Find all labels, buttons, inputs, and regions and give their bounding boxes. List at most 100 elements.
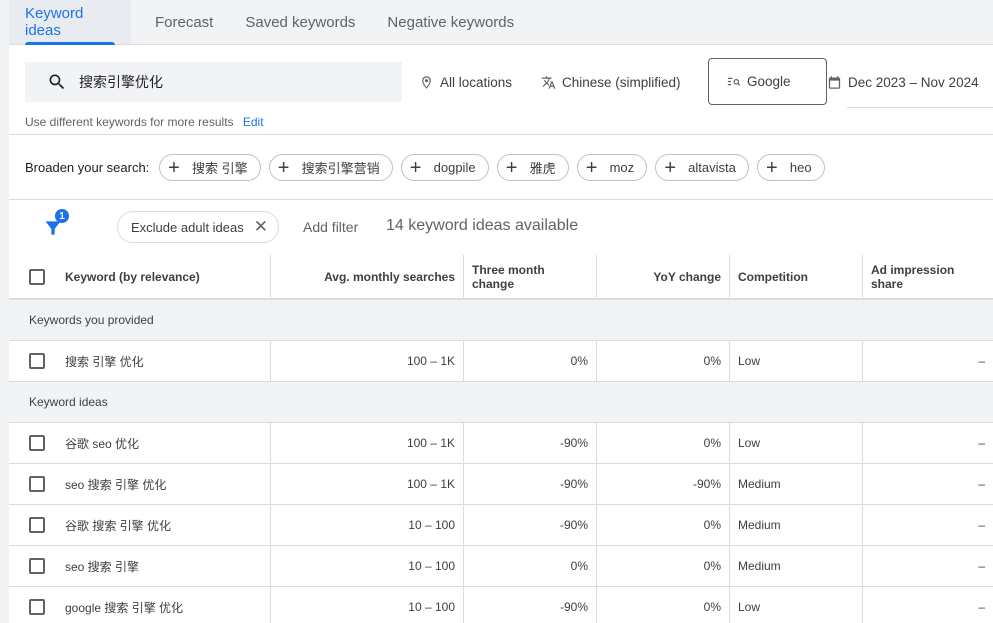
filter-button[interactable]: 1 <box>45 209 71 238</box>
competition-cell: Low <box>730 341 863 381</box>
keyword-cell: seo 搜索 引擎 <box>9 546 271 586</box>
table-row: seo 搜索 引擎 优化 100 – 1K -90% -90% Medium – <box>9 464 993 505</box>
three-month-change-cell: -90% <box>464 505 597 545</box>
avg-searches-cell: 100 – 1K <box>271 423 464 463</box>
competition-cell: Low <box>730 423 863 463</box>
broaden-chip[interactable]: + moz <box>576 154 648 181</box>
row-checkbox[interactable] <box>29 353 45 369</box>
tab-saved-keywords[interactable]: Saved keywords <box>229 0 371 44</box>
keyword-cell: seo 搜索 引擎 优化 <box>9 464 271 504</box>
divider <box>9 199 993 200</box>
chip-label: moz <box>609 160 635 175</box>
broaden-chip[interactable]: + 搜索引擎营销 <box>268 154 393 181</box>
keyword-text: seo 搜索 引擎 优化 <box>65 477 167 492</box>
search-icon <box>49 74 65 90</box>
search-value: 搜索引擎优化 <box>79 74 163 90</box>
row-checkbox[interactable] <box>29 435 45 451</box>
group-label: Keywords you provided <box>29 313 154 327</box>
keyword-search-input[interactable]: 搜索引擎优化 <box>25 62 402 102</box>
location-selector[interactable]: All locations <box>419 70 512 94</box>
plus-icon: + <box>505 156 518 179</box>
plus-icon: + <box>409 156 422 179</box>
hint-text: Use different keywords for more results <box>25 115 234 129</box>
row-checkbox[interactable] <box>29 517 45 533</box>
network-label: Google <box>747 74 791 89</box>
close-icon[interactable]: ✕ <box>254 217 268 237</box>
header-keyword[interactable]: Keyword (by relevance) <box>9 255 271 298</box>
location-pin-icon <box>422 75 431 89</box>
search-hint: Use different keywords for more results … <box>25 115 264 129</box>
add-filter-button[interactable]: Add filter <box>303 219 358 235</box>
search-network-icon <box>727 77 741 86</box>
chip-label: 搜索 引擎 <box>192 161 248 176</box>
broaden-chip[interactable]: + heo <box>756 154 825 181</box>
broaden-chips: + 搜索 引擎 + 搜索引擎营销 + dogpile + 雅虎 + moz + altavi… <box>159 154 825 181</box>
tab-keyword-ideas[interactable]: Keyword ideas <box>9 0 131 45</box>
plus-icon: + <box>664 156 676 179</box>
ad-share-cell: – <box>978 518 985 532</box>
keyword-text: google 搜索 引擎 优化 <box>65 600 184 615</box>
yoy-change-cell: 0% <box>597 546 730 586</box>
broaden-label: Broaden your search: <box>25 160 150 175</box>
header-three-month[interactable]: Three month change <box>464 255 597 298</box>
keyword-count: 14 keyword ideas available <box>386 217 579 234</box>
chip-label: dogpile <box>433 160 476 175</box>
filter-chip-label: Exclude adult ideas <box>131 219 244 235</box>
calendar-icon <box>828 75 841 89</box>
ad-share-cell: – <box>978 600 985 614</box>
broaden-chip[interactable]: + dogpile <box>400 154 489 181</box>
search-network-selector[interactable]: Google <box>708 58 827 105</box>
edit-link[interactable]: Edit <box>243 115 264 129</box>
group-header-row: Keywords you provided <box>9 300 993 341</box>
keyword-text: seo 搜索 引擎 <box>65 559 140 574</box>
row-checkbox[interactable] <box>29 558 45 574</box>
date-range-selector[interactable]: Dec 2023 – Nov 2024 <box>827 70 979 94</box>
header-yoy[interactable]: YoY change <box>597 255 730 298</box>
three-month-change-cell: -90% <box>464 423 597 463</box>
keyword-text: 谷歌 搜索 引擎 优化 <box>65 518 172 533</box>
avg-searches-cell: 10 – 100 <box>271 587 464 623</box>
table-row: 搜索 引擎 优化 100 – 1K 0% 0% Low – <box>9 341 993 382</box>
ad-share-cell: – <box>978 436 985 450</box>
row-checkbox[interactable] <box>29 599 45 615</box>
tab-negative-keywords[interactable]: Negative keywords <box>371 0 530 44</box>
broaden-chip[interactable]: + 搜索 引擎 <box>159 154 261 181</box>
header-avg-searches[interactable]: Avg. monthly searches <box>271 255 464 298</box>
filter-count-badge: 1 <box>55 209 69 223</box>
header-competition[interactable]: Competition <box>730 255 863 298</box>
keyword-cell: 谷歌 seo 优化 <box>9 423 271 463</box>
chip-label: heo <box>789 160 812 175</box>
broaden-chip[interactable]: + 雅虎 <box>496 154 569 181</box>
row-checkbox[interactable] <box>29 476 45 492</box>
date-range-label: Dec 2023 – Nov 2024 <box>848 74 979 90</box>
broaden-chip[interactable]: + altavista <box>655 154 749 181</box>
active-filter-chip[interactable]: Exclude adult ideas ✕ <box>117 211 279 243</box>
three-month-change-cell: 0% <box>464 546 597 586</box>
language-selector[interactable]: Chinese (simplified) <box>541 70 681 94</box>
ad-share-cell: – <box>978 354 985 368</box>
competition-cell: Medium <box>730 546 863 586</box>
keyword-cell: 谷歌 搜索 引擎 优化 <box>9 505 271 545</box>
ad-share-cell: – <box>978 477 985 491</box>
keyword-cell: 搜索 引擎 优化 <box>9 341 271 381</box>
left-margin <box>0 0 9 623</box>
group-label: Keyword ideas <box>29 395 108 409</box>
yoy-change-cell: 0% <box>597 505 730 545</box>
ad-share-cell: – <box>978 559 985 573</box>
select-all-checkbox[interactable] <box>29 268 45 285</box>
language-label: Chinese (simplified) <box>562 74 681 90</box>
avg-searches-cell: 10 – 100 <box>271 505 464 545</box>
tab-forecast[interactable]: Forecast <box>131 0 229 44</box>
header-ad-share[interactable]: Ad impression share <box>863 255 993 298</box>
table-row: google 搜索 引擎 优化 10 – 100 -90% 0% Low – <box>9 587 993 623</box>
avg-searches-cell: 10 – 100 <box>271 546 464 586</box>
divider <box>9 134 993 135</box>
competition-cell: Medium <box>730 505 863 545</box>
chip-label: altavista <box>688 160 736 175</box>
competition-cell: Medium <box>730 464 863 504</box>
table-row: seo 搜索 引擎 10 – 100 0% 0% Medium – <box>9 546 993 587</box>
avg-searches-cell: 100 – 1K <box>271 341 464 381</box>
translate-icon <box>541 75 556 89</box>
yoy-change-cell: 0% <box>597 423 730 463</box>
keyword-planner-panel: Keyword ideas Forecast Saved keywords Ne… <box>9 0 993 623</box>
